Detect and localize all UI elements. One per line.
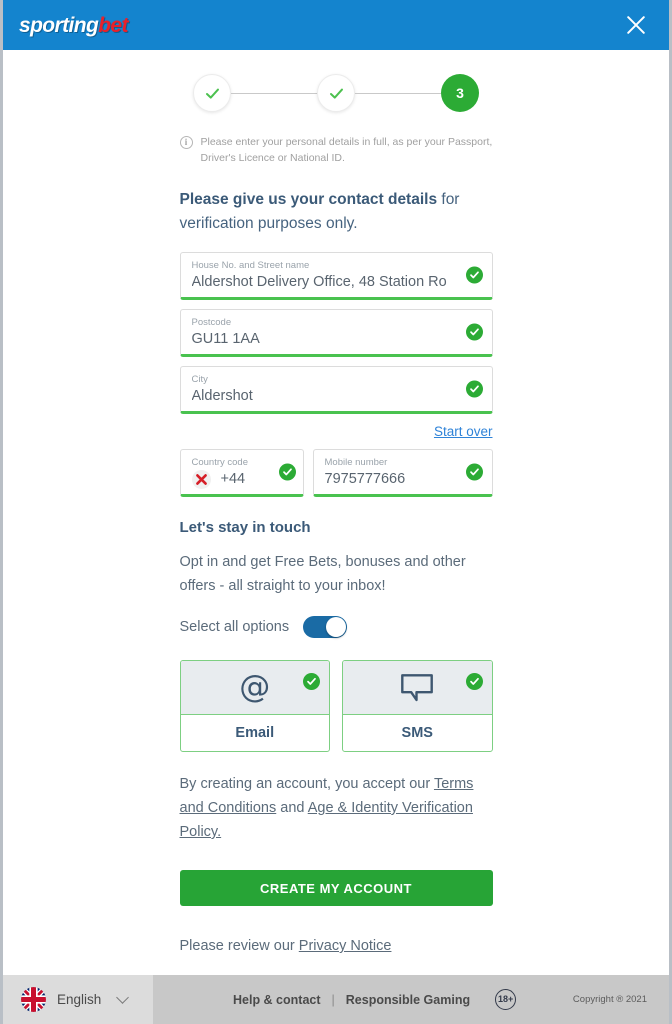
broken-image-icon: [191, 469, 211, 489]
progress-stepper: 3: [180, 74, 493, 112]
channel-card-sms[interactable]: SMS: [342, 660, 493, 752]
country-code-label: Country code: [191, 457, 249, 468]
terms-middle: and: [276, 800, 308, 816]
stepper-connector: [231, 92, 317, 94]
channel-card-sms-icon-area: [343, 661, 492, 715]
street-field-value: Aldershot Delivery Office, 48 Station Ro: [191, 274, 447, 290]
channel-cards: @ Email SMS: [179, 660, 493, 752]
page-title-bold: Please give us your contact details: [179, 191, 438, 208]
check-icon: [205, 88, 219, 99]
country-code-value-wrap: +44: [191, 469, 273, 489]
footer: English Help & contact | Responsible Gam…: [3, 975, 669, 1024]
city-field-value: Aldershot: [191, 388, 253, 404]
street-field[interactable]: House No. and Street name Aldershot Deli…: [179, 252, 493, 300]
modal-header: sportingbet: [3, 0, 669, 50]
valid-check-icon: [465, 673, 483, 690]
country-code-field[interactable]: Country code +44: [179, 449, 304, 497]
channel-card-email[interactable]: @ Email: [179, 660, 330, 752]
step-1-complete: [193, 74, 231, 112]
speech-bubble-icon: [401, 673, 434, 701]
privacy-prefix: Please review our: [179, 938, 299, 954]
channel-card-email-label: Email: [235, 725, 275, 741]
start-over-row: Start over: [180, 423, 493, 441]
privacy-notice-link[interactable]: Privacy Notice: [299, 938, 392, 954]
start-over-link[interactable]: Start over: [434, 424, 493, 439]
postcode-field-label: Postcode: [191, 317, 232, 328]
street-field-label: House No. and Street name: [191, 260, 310, 271]
valid-check-icon: [278, 463, 296, 481]
at-icon: @: [239, 669, 271, 705]
footer-separator: |: [331, 992, 335, 1007]
step-3-current: 3: [441, 74, 479, 112]
stay-in-touch-text: Opt in and get Free Bets, bonuses and ot…: [179, 554, 466, 594]
signup-modal: sportingbet 3 i Please enter your person…: [0, 0, 672, 1024]
step-2-complete: [317, 74, 355, 112]
stay-in-touch-title: Let's stay in touch: [179, 519, 311, 536]
toggle-knob: [326, 617, 347, 637]
stepper-connector: [355, 92, 441, 94]
city-field[interactable]: City Aldershot: [179, 366, 493, 414]
help-contact-link[interactable]: Help & contact: [233, 993, 321, 1007]
copyright-text: Copyright ® 2021: [572, 994, 647, 1005]
info-note-text: Please enter your personal details in fu…: [200, 136, 493, 164]
terms-text: By creating an account, you accept our T…: [180, 772, 493, 844]
channel-card-sms-label: SMS: [401, 725, 433, 741]
select-all-toggle[interactable]: [303, 616, 348, 638]
uk-flag-icon: [21, 987, 46, 1012]
valid-check-icon: [465, 323, 483, 341]
logo-text-sporting: sporting: [19, 13, 99, 37]
mobile-number-field[interactable]: Mobile number 7975777666: [312, 449, 493, 497]
channel-card-email-icon-area: @: [180, 661, 329, 715]
age-restriction-icon: 18+: [495, 989, 517, 1010]
chevron-down-icon: [116, 991, 130, 1004]
sportingbet-logo: sportingbet: [19, 13, 129, 37]
info-icon: i: [179, 136, 193, 149]
city-field-label: City: [191, 374, 208, 385]
check-icon: [329, 88, 343, 99]
modal-body: 3 i Please enter your personal details i…: [3, 50, 669, 975]
postcode-field[interactable]: Postcode GU11 1AA: [179, 309, 493, 357]
mobile-number-label: Mobile number: [324, 457, 388, 468]
mobile-number-value: 7975777666: [324, 471, 406, 487]
country-code-value: +44: [220, 471, 246, 487]
postcode-field-value: GU11 1AA: [191, 331, 260, 347]
logo-text-bet: bet: [98, 13, 128, 37]
valid-check-icon: [465, 463, 483, 481]
valid-check-icon: [465, 380, 483, 398]
footer-links: Help & contact | Responsible Gaming 18+: [233, 989, 517, 1010]
responsible-gaming-link[interactable]: Responsible Gaming: [346, 993, 470, 1007]
phone-row: Country code +44 Mobile number 797577766…: [179, 449, 493, 497]
language-selector[interactable]: English: [3, 975, 153, 1024]
info-note: i Please enter your personal details in …: [179, 134, 493, 166]
select-all-label: Select all options: [179, 619, 290, 635]
close-icon[interactable]: [621, 10, 651, 40]
terms-prefix: By creating an account, you accept our: [179, 776, 434, 792]
create-account-button[interactable]: CREATE MY ACCOUNT: [179, 870, 493, 906]
privacy-text: Please review our Privacy Notice: [180, 938, 493, 954]
select-all-row: Select all options: [180, 616, 493, 638]
language-name: English: [57, 992, 102, 1007]
valid-check-icon: [465, 266, 483, 284]
page-title: Please give us your contact details for …: [180, 188, 493, 236]
valid-check-icon: [303, 673, 320, 690]
